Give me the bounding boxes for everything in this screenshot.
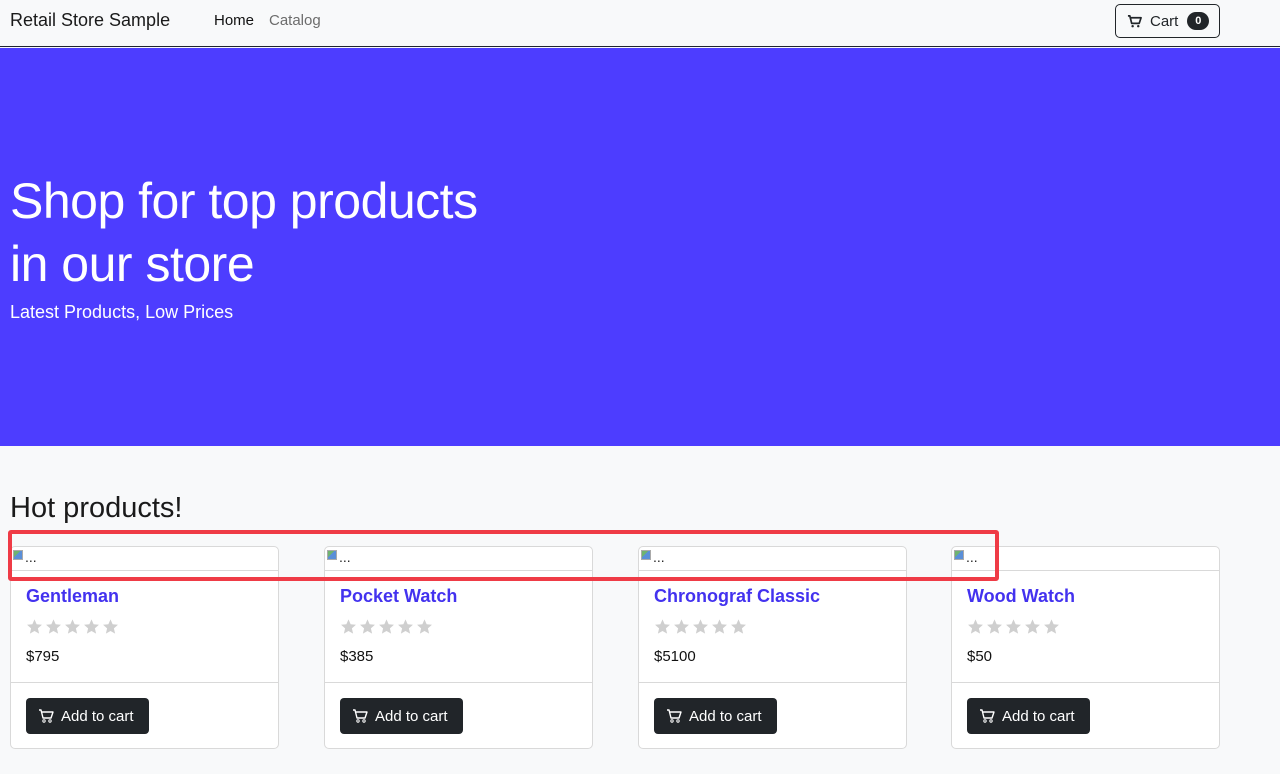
cart-button[interactable]: Cart 0 xyxy=(1115,4,1220,38)
product-price: $5100 xyxy=(654,648,696,665)
add-to-cart-button[interactable]: Add to cart xyxy=(26,698,149,734)
product-rating xyxy=(654,618,749,635)
cart-label: Cart xyxy=(1150,12,1179,30)
add-to-cart-button[interactable]: Add to cart xyxy=(340,698,463,734)
star-icon xyxy=(1044,619,1059,634)
star-icon xyxy=(693,619,708,634)
product-price: $795 xyxy=(26,648,60,665)
add-to-cart-label: Add to cart xyxy=(61,707,134,725)
nav-home-link[interactable]: Home xyxy=(214,12,254,29)
star-icon xyxy=(1006,619,1021,634)
star-icon xyxy=(987,619,1002,634)
star-icon xyxy=(27,619,42,634)
hero-title-line-1: Shop for top products xyxy=(10,173,478,229)
card-footer: Add to cart xyxy=(639,682,906,749)
top-navbar: Retail Store Sample Home Catalog Cart 0 xyxy=(0,0,1280,47)
product-title-link[interactable]: Pocket Watch xyxy=(340,586,457,607)
star-icon xyxy=(379,619,394,634)
star-icon xyxy=(398,619,413,634)
hero-subtitle: Latest Products, Low Prices xyxy=(10,302,234,322)
hero-title-line-2: in our store xyxy=(10,236,255,292)
brand-link[interactable]: Retail Store Sample xyxy=(10,10,170,31)
add-to-cart-label: Add to cart xyxy=(689,707,762,725)
highlight-rectangle xyxy=(8,530,999,581)
cart-icon xyxy=(39,709,54,723)
star-icon xyxy=(731,619,746,634)
hero-banner: Shop for top products in our store Lates… xyxy=(0,48,1280,446)
cart-icon xyxy=(980,709,995,723)
cart-icon xyxy=(1127,14,1142,27)
product-title-link[interactable]: Gentleman xyxy=(26,586,119,607)
star-icon xyxy=(674,619,689,634)
card-footer: Add to cart xyxy=(952,682,1219,749)
star-icon xyxy=(103,619,118,634)
product-rating xyxy=(26,618,121,635)
star-icon xyxy=(1025,619,1040,634)
product-title-link[interactable]: Wood Watch xyxy=(967,586,1075,607)
add-to-cart-label: Add to cart xyxy=(375,707,448,725)
product-title-link[interactable]: Chronograf Classic xyxy=(654,586,820,607)
add-to-cart-button[interactable]: Add to cart xyxy=(967,698,1090,734)
card-footer: Add to cart xyxy=(11,682,278,749)
star-icon xyxy=(360,619,375,634)
star-icon xyxy=(417,619,432,634)
product-price: $50 xyxy=(967,648,993,665)
star-icon xyxy=(655,619,670,634)
star-icon xyxy=(968,619,983,634)
card-footer: Add to cart xyxy=(325,682,592,749)
star-icon xyxy=(712,619,727,634)
add-to-cart-button[interactable]: Add to cart xyxy=(654,698,777,734)
star-icon xyxy=(84,619,99,634)
add-to-cart-label: Add to cart xyxy=(1002,707,1075,725)
cart-icon xyxy=(667,709,682,723)
product-price: $385 xyxy=(340,648,374,665)
star-icon xyxy=(46,619,61,634)
nav-catalog-link[interactable]: Catalog xyxy=(269,12,321,29)
star-icon xyxy=(341,619,356,634)
hot-products-heading: Hot products! xyxy=(10,492,183,524)
cart-count-badge: 0 xyxy=(1187,12,1210,30)
cart-icon xyxy=(353,709,368,723)
product-rating xyxy=(340,618,435,635)
product-rating xyxy=(967,618,1062,635)
star-icon xyxy=(65,619,80,634)
hero-title: Shop for top products in our store xyxy=(10,170,530,296)
